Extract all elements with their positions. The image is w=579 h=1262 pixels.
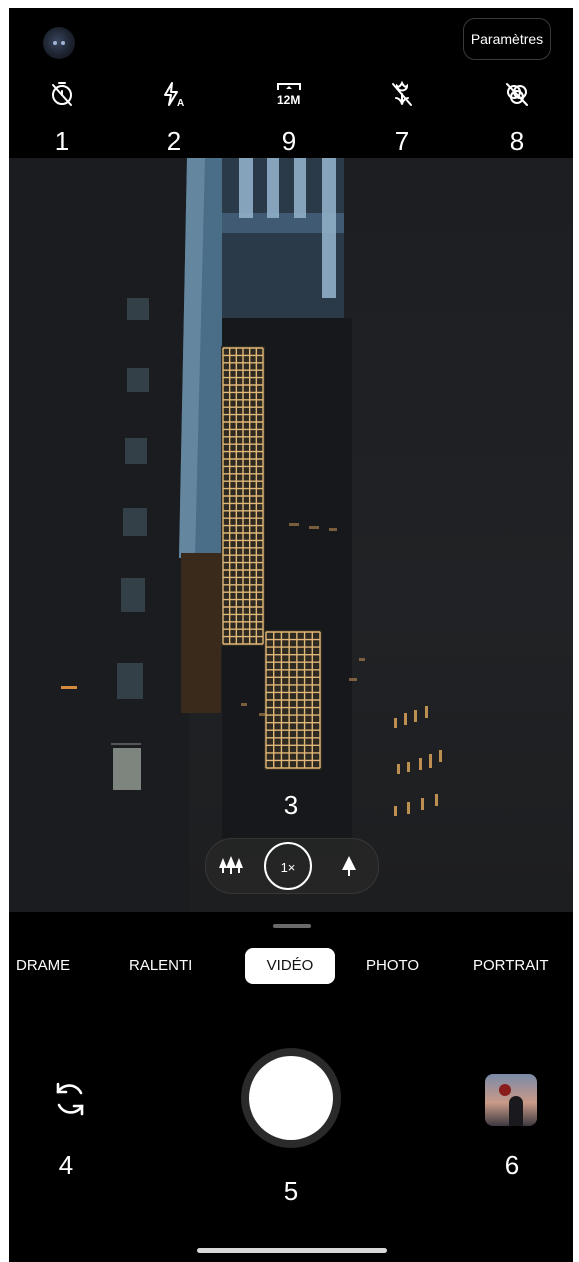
flip-camera-icon [56,1082,84,1116]
shutter-button[interactable] [241,1048,341,1148]
callout-4: 4 [58,1150,74,1180]
wide-angle-icon[interactable] [214,849,248,883]
zoom-selector: 1× [205,838,379,894]
viewfinder[interactable]: 3 [9,158,573,912]
callout-3: 3 [283,790,299,820]
callout-5: 5 [283,1176,299,1206]
callout-7: 7 [394,126,410,156]
flash-auto-icon[interactable]: A [154,76,194,112]
camera-screen: Paramètres A 12M 1 2 9 7 8 3 1× DRAME RA… [9,8,573,1262]
drawer-handle[interactable] [273,924,311,928]
callout-8: 8 [509,126,525,156]
callout-2: 2 [166,126,182,156]
resolution-12m-icon[interactable]: 12M [269,76,309,112]
callout-6: 6 [504,1150,520,1180]
mode-portrait[interactable]: PORTRAIT [473,948,549,984]
shutter-inner [249,1056,333,1140]
mode-photo[interactable]: PHOTO [366,948,419,984]
filter-off-icon[interactable] [497,76,537,112]
lens-switch-icon[interactable] [43,27,75,59]
callout-1: 1 [54,126,70,156]
mode-drame[interactable]: DRAME [16,948,70,984]
flip-camera-button[interactable] [49,1078,91,1120]
mode-video[interactable]: VIDÉO [245,948,335,984]
telephoto-icon[interactable] [332,849,366,883]
settings-button[interactable]: Paramètres [463,18,551,60]
macro-off-icon[interactable] [382,76,422,112]
callout-9: 9 [281,126,297,156]
gallery-thumbnail[interactable] [485,1074,537,1126]
timer-off-icon[interactable] [42,76,82,112]
svg-text:A: A [177,98,184,108]
svg-text:12M: 12M [277,93,300,107]
mode-ralenti[interactable]: RALENTI [129,948,192,984]
home-indicator[interactable] [197,1248,387,1253]
zoom-1x-button[interactable]: 1× [264,842,312,890]
